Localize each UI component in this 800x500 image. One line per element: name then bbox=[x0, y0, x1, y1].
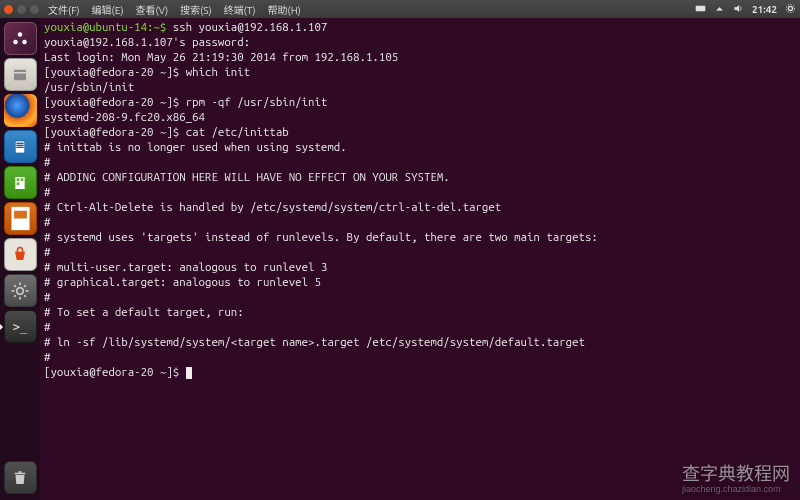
volume-icon[interactable] bbox=[733, 3, 744, 16]
terminal-line: [youxia@fedora-20 ~]$ rpm -qf /usr/sbin/… bbox=[44, 95, 796, 110]
menu-view[interactable]: 查看(V) bbox=[132, 2, 171, 17]
window-controls bbox=[4, 5, 39, 14]
settings-icon[interactable] bbox=[4, 274, 37, 307]
terminal-line: systemd-208-9.fc20.x86_64 bbox=[44, 110, 796, 125]
terminal-line: youxia@192.168.1.107's password: bbox=[44, 35, 796, 50]
terminal-line: # bbox=[44, 350, 796, 365]
prompt: [youxia@fedora-20 ~]$ bbox=[44, 96, 179, 109]
terminal-line: # systemd uses 'targets' instead of runl… bbox=[44, 230, 796, 245]
trash-icon[interactable] bbox=[4, 461, 37, 494]
gear-icon[interactable] bbox=[785, 3, 796, 16]
terminal-line: Last login: Mon May 26 21:19:30 2014 fro… bbox=[44, 50, 796, 65]
terminal-line: # bbox=[44, 215, 796, 230]
software-center-icon[interactable] bbox=[4, 238, 37, 271]
prompt: [youxia@fedora-20 ~]$ bbox=[44, 366, 179, 379]
terminal-icon[interactable]: >_ bbox=[4, 310, 37, 343]
keyboard-icon[interactable] bbox=[695, 3, 706, 16]
cursor bbox=[186, 367, 192, 379]
menu-edit[interactable]: 编辑(E) bbox=[89, 2, 127, 17]
terminal-line: # bbox=[44, 185, 796, 200]
launcher: >_ bbox=[0, 18, 40, 500]
maximize-icon[interactable] bbox=[30, 5, 39, 14]
command-text: rpm -qf /usr/sbin/init bbox=[179, 96, 327, 109]
menu-terminal[interactable]: 终端(T) bbox=[221, 2, 259, 17]
command-text: cat /etc/inittab bbox=[179, 126, 288, 139]
prompt: [youxia@fedora-20 ~]$ bbox=[44, 126, 179, 139]
dash-icon[interactable] bbox=[4, 22, 37, 55]
terminal-line: # graphical.target: analogous to runleve… bbox=[44, 275, 796, 290]
terminal-line: [youxia@fedora-20 ~]$ bbox=[44, 365, 796, 380]
menubar: 文件(F) 编辑(E) 查看(V) 搜索(S) 终端(T) 帮助(H) 21:4… bbox=[0, 0, 800, 18]
menu-search[interactable]: 搜索(S) bbox=[177, 2, 215, 17]
files-icon[interactable] bbox=[4, 58, 37, 91]
terminal-line: # inittab is no longer used when using s… bbox=[44, 140, 796, 155]
terminal-line: # multi-user.target: analogous to runlev… bbox=[44, 260, 796, 275]
terminal-output[interactable]: youxia@ubuntu-14:~$ ssh youxia@192.168.1… bbox=[40, 18, 800, 500]
impress-icon[interactable] bbox=[4, 202, 37, 235]
terminal-line: # bbox=[44, 320, 796, 335]
command-text: ssh youxia@192.168.1.107 bbox=[166, 21, 327, 34]
terminal-line: # bbox=[44, 245, 796, 260]
terminal-line: # bbox=[44, 290, 796, 305]
command-text: which init bbox=[179, 66, 250, 79]
terminal-line: [youxia@fedora-20 ~]$ cat /etc/inittab bbox=[44, 125, 796, 140]
minimize-icon[interactable] bbox=[17, 5, 26, 14]
terminal-line: # bbox=[44, 155, 796, 170]
firefox-icon[interactable] bbox=[4, 94, 37, 127]
terminal-line: youxia@ubuntu-14:~$ ssh youxia@192.168.1… bbox=[44, 20, 796, 35]
system-tray: 21:42 bbox=[695, 3, 796, 16]
menu-help[interactable]: 帮助(H) bbox=[265, 2, 304, 17]
calc-icon[interactable] bbox=[4, 166, 37, 199]
terminal-line: # To set a default target, run: bbox=[44, 305, 796, 320]
network-icon[interactable] bbox=[714, 3, 725, 16]
prompt: youxia@ubuntu-14:~$ bbox=[44, 21, 166, 34]
clock[interactable]: 21:42 bbox=[752, 4, 777, 15]
terminal-line: # Ctrl-Alt-Delete is handled by /etc/sys… bbox=[44, 200, 796, 215]
terminal-line: [youxia@fedora-20 ~]$ which init bbox=[44, 65, 796, 80]
prompt: [youxia@fedora-20 ~]$ bbox=[44, 66, 179, 79]
terminal-line: # ADDING CONFIGURATION HERE WILL HAVE NO… bbox=[44, 170, 796, 185]
terminal-line: # ln -sf /lib/systemd/system/<target nam… bbox=[44, 335, 796, 350]
menu-file[interactable]: 文件(F) bbox=[45, 2, 83, 17]
terminal-line: /usr/sbin/init bbox=[44, 80, 796, 95]
close-icon[interactable] bbox=[4, 5, 13, 14]
writer-icon[interactable] bbox=[4, 130, 37, 163]
menu-items: 文件(F) 编辑(E) 查看(V) 搜索(S) 终端(T) 帮助(H) bbox=[45, 2, 304, 17]
